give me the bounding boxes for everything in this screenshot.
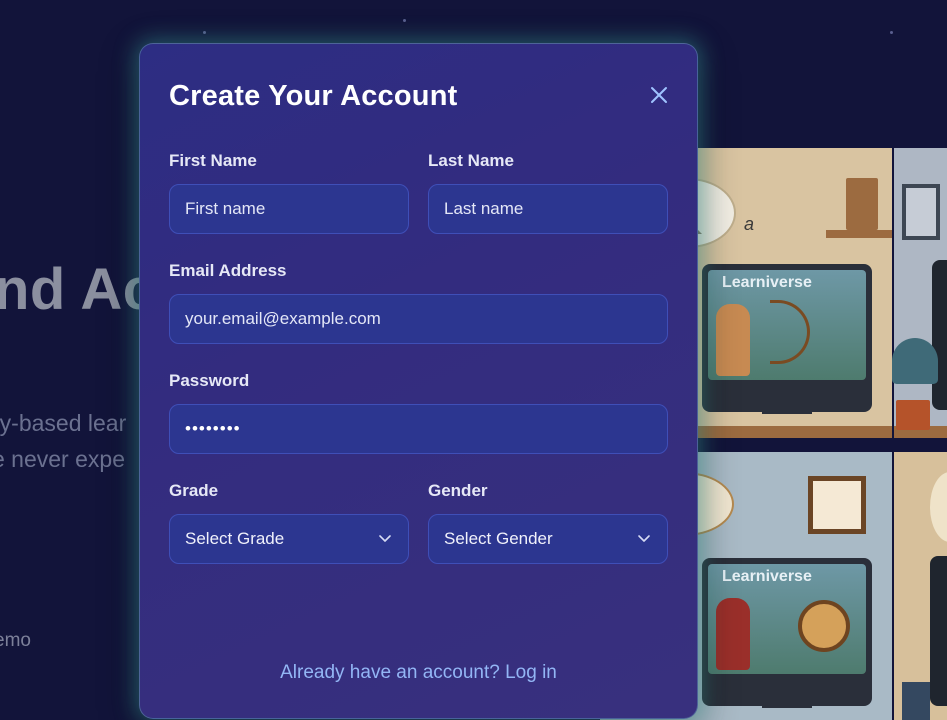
demo-link[interactable]: emo: [0, 630, 31, 652]
books-icon: [846, 178, 878, 230]
round-frame: [930, 472, 947, 542]
grade-select-value: Select Grade: [185, 529, 285, 548]
math-letter: a: [744, 214, 755, 234]
email-input[interactable]: [169, 294, 668, 344]
screen-brand-label: Learniverse: [722, 568, 812, 585]
shelf: [826, 230, 892, 238]
last-name-input[interactable]: [428, 184, 668, 234]
monitor-edge: [930, 556, 947, 706]
monitor-screen: Learniverse: [708, 564, 866, 674]
modal-title: Create Your Account: [169, 80, 458, 112]
illustration-panel: [894, 148, 947, 438]
explorer-figure: [716, 598, 750, 670]
email-label: Email Address: [169, 261, 287, 280]
monitor-illustration: Learniverse: [702, 558, 872, 708]
plant-pot: [896, 400, 930, 430]
ship-picture-frame: [808, 476, 866, 534]
bow-icon: [770, 300, 810, 364]
gender-label: Gender: [428, 481, 488, 500]
gender-select[interactable]: Select Gender: [428, 514, 668, 564]
gender-select-value: Select Gender: [444, 529, 553, 548]
archer-figure: [716, 304, 750, 376]
chevron-down-icon: [638, 535, 650, 542]
first-name-input[interactable]: [169, 184, 409, 234]
screen-brand-label: Learniverse: [722, 274, 812, 291]
password-label: Password: [169, 371, 250, 390]
monitor-screen: Learniverse: [708, 270, 866, 380]
star-decoration: [403, 19, 406, 22]
chevron-down-icon: [379, 535, 391, 542]
monitor-edge: [932, 260, 947, 410]
picture-frame: [902, 184, 940, 240]
grade-select[interactable]: Select Grade: [169, 514, 409, 564]
close-icon: [651, 87, 667, 103]
first-name-label: First Name: [169, 151, 257, 170]
login-link[interactable]: Already have an account? Log in: [140, 662, 697, 684]
monitor-stand: [762, 388, 812, 414]
last-name-label: Last Name: [428, 151, 514, 170]
compass-icon: [798, 600, 850, 652]
hero-headline: nd Ac: [0, 257, 156, 322]
monitor-stand: [762, 682, 812, 708]
monitor-illustration: Learniverse: [702, 264, 872, 414]
star-decoration: [203, 31, 206, 34]
grade-label: Grade: [169, 481, 219, 500]
signup-modal: Create Your Account First Name Last Name…: [139, 43, 698, 719]
password-input[interactable]: [169, 404, 668, 454]
illustration-panel: [894, 452, 947, 720]
star-decoration: [890, 31, 893, 34]
close-button[interactable]: [646, 82, 672, 108]
pencil-cup: [902, 682, 930, 720]
plant-icon: [892, 338, 938, 384]
